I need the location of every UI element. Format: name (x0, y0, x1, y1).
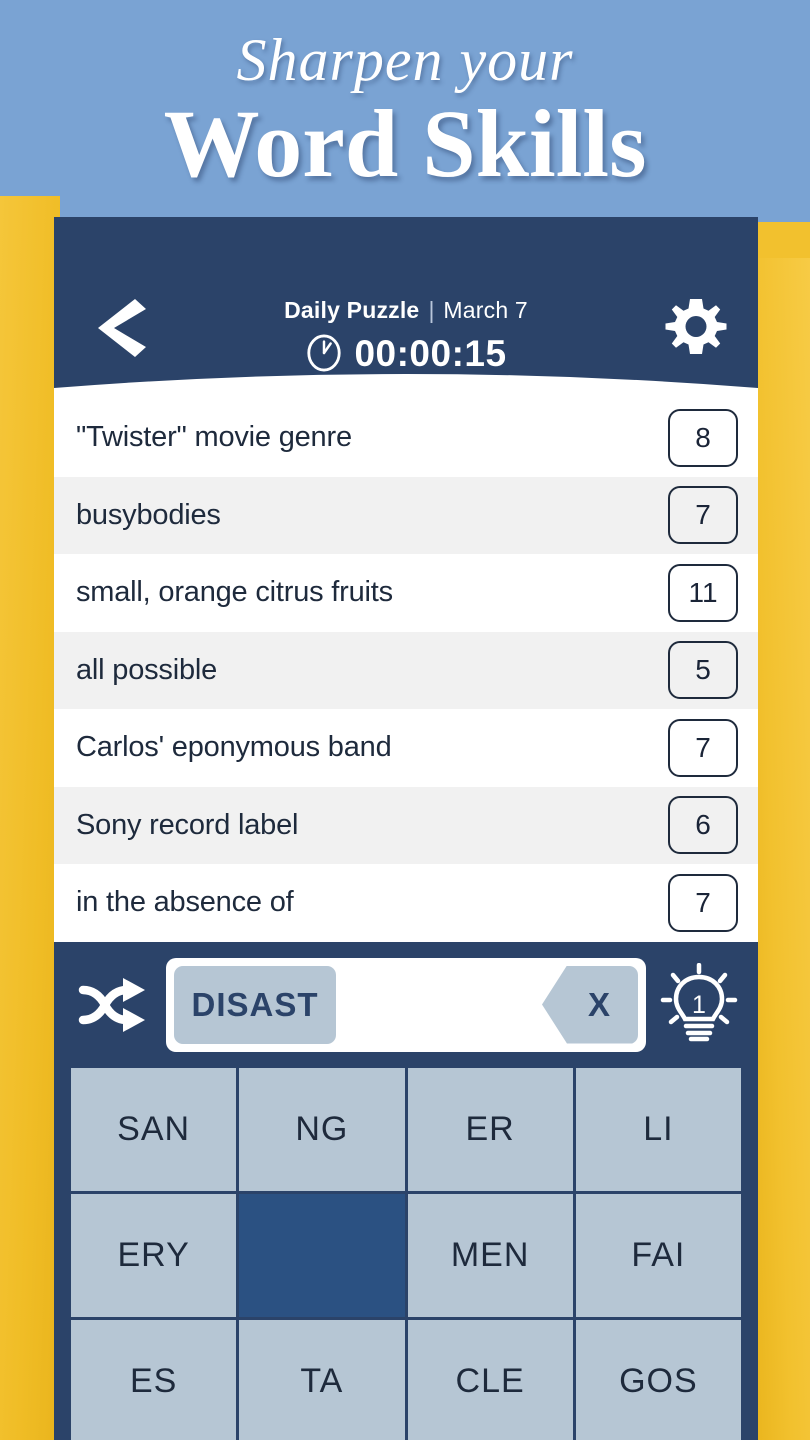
clue-text: in the absence of (76, 886, 294, 919)
letter-tile[interactable]: SAN (71, 1067, 237, 1191)
clue-text: "Twister" movie genre (76, 421, 352, 454)
hint-button[interactable]: 1 (658, 962, 740, 1048)
clue-length-badge: 7 (668, 873, 738, 932)
clue-length-badge: 11 (668, 563, 738, 622)
yellow-band-right (752, 258, 810, 1440)
letter-tile[interactable]: MEN (407, 1193, 573, 1317)
clue-length-badge: 5 (668, 641, 738, 700)
clue-list: "Twister" movie genre 8 busybodies 7 sma… (54, 399, 758, 942)
letter-tile[interactable]: CLE (407, 1319, 573, 1440)
delete-button[interactable]: X (542, 965, 638, 1044)
answer-input-field[interactable]: DISAST X (166, 957, 646, 1052)
header-bottom-curve (54, 366, 758, 400)
puzzle-title: Daily Puzzle (284, 297, 420, 323)
yellow-band-left (0, 196, 60, 1440)
header-title-row: Daily Puzzle | March 7 (54, 299, 758, 322)
shuffle-button[interactable] (72, 964, 154, 1046)
lightbulb-icon (660, 962, 738, 1041)
clue-text: Sony record label (76, 808, 299, 841)
answer-bar: DISAST X 1 (54, 941, 758, 1068)
letter-tile[interactable]: GOS (575, 1319, 741, 1440)
promo-headline-script: Sharpen your (236, 27, 574, 93)
delete-button-label: X (587, 985, 610, 1023)
title-separator: | (428, 297, 435, 323)
gear-icon (665, 299, 727, 354)
tile-rack-area: SAN NG ER LI ERY MEN FAI ES TA CLE GOS (54, 1067, 758, 1440)
clue-text: all possible (76, 653, 218, 686)
shuffle-icon (78, 985, 132, 1024)
app-frame: Daily Puzzle | March 7 00:00:15 "Twister… (54, 217, 758, 1440)
screenshot-root: Sharpen your Word Skills Daily Puzzle | Ma… (0, 0, 810, 1440)
letter-tile[interactable]: ER (407, 1067, 573, 1191)
clue-row[interactable]: Carlos' eponymous band 7 (54, 709, 758, 787)
letter-tile-used (239, 1193, 405, 1317)
clue-row[interactable]: "Twister" movie genre 8 (54, 399, 758, 477)
clue-length-badge: 7 (668, 486, 738, 545)
current-answer-chip: DISAST (174, 965, 336, 1044)
clue-row[interactable]: all possible 5 (54, 631, 758, 709)
clue-length-badge: 7 (668, 718, 738, 777)
promo-headline-bold: Word Skills (163, 90, 647, 197)
clue-row[interactable]: small, orange citrus fruits 11 (54, 554, 758, 632)
clue-length-badge: 8 (668, 408, 738, 467)
clue-row[interactable]: Sony record label 6 (54, 786, 758, 864)
letter-tile[interactable]: NG (239, 1067, 405, 1191)
clue-row[interactable]: busybodies 7 (54, 476, 758, 554)
header-center-block: Daily Puzzle | March 7 00:00:15 (54, 299, 758, 372)
shuffle-arrow-bottom-icon (123, 1007, 145, 1032)
promo-text-block: Sharpen your Word Skills (0, 0, 810, 222)
letter-tile[interactable]: ERY (71, 1193, 237, 1317)
letter-tile[interactable]: LI (575, 1067, 741, 1191)
clue-text: Carlos' eponymous band (76, 731, 392, 764)
letter-tile[interactable]: TA (239, 1319, 405, 1440)
settings-button[interactable] (664, 295, 728, 359)
clue-row[interactable]: in the absence of 7 (54, 864, 758, 942)
clue-length-badge: 6 (668, 796, 738, 855)
clue-text: small, orange citrus fruits (76, 576, 393, 609)
letter-tile[interactable]: FAI (575, 1193, 741, 1317)
app-header: Daily Puzzle | March 7 00:00:15 (54, 217, 758, 400)
tile-grid: SAN NG ER LI ERY MEN FAI ES TA CLE GOS (71, 1067, 741, 1440)
letter-tile[interactable]: ES (71, 1319, 237, 1440)
shuffle-arrow-top-icon (123, 977, 145, 1002)
puzzle-date: March 7 (443, 297, 528, 323)
clue-text: busybodies (76, 498, 221, 531)
